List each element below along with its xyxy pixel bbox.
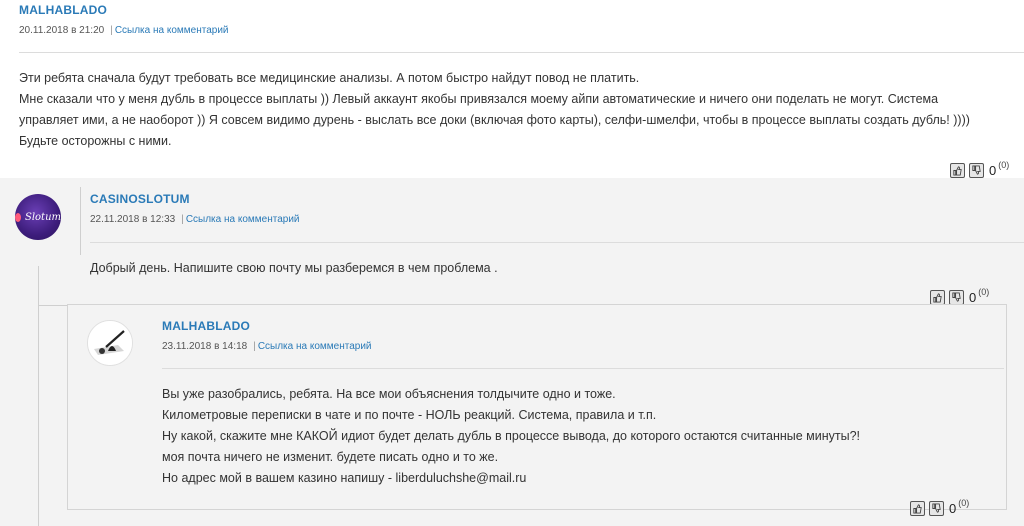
content-border: [80, 187, 81, 255]
comment-line: Ну какой, скажите мне КАКОЙ идиот будет …: [162, 429, 861, 443]
comment-line: управляет ими, а не наоборот )) Я совсем…: [19, 113, 970, 127]
comment-meta: 23.11.2018 в 14:18 | Ссылка на комментарий: [162, 341, 372, 352]
dislike-button[interactable]: [969, 162, 984, 178]
logo-dot-icon: [15, 212, 21, 222]
comment-permalink[interactable]: Ссылка на комментарий: [186, 214, 300, 225]
comment-line: Добрый день. Напишите свою почту мы разб…: [90, 261, 498, 275]
dislike-button[interactable]: [949, 289, 964, 305]
rating-total: (0): [958, 498, 970, 508]
comment-body: Вы уже разобрались, ребята. На все мои о…: [162, 384, 992, 489]
comment-body: Эти ребята сначала будут требовать все м…: [19, 68, 1019, 152]
comment-date: 20.11.2018 в 21:20: [19, 25, 105, 36]
rating-total: (0): [978, 287, 990, 297]
thumb-down-icon: [972, 164, 981, 175]
comment-author[interactable]: MALHABLADO: [19, 3, 107, 17]
thumb-down-icon: [952, 291, 961, 302]
comment-line: Будьте осторожны с ними.: [19, 134, 172, 148]
dislike-button[interactable]: [929, 500, 944, 516]
rating-total: (0): [998, 160, 1010, 170]
avatar[interactable]: [87, 320, 133, 366]
thumb-up-icon: [913, 503, 922, 514]
comment-permalink[interactable]: Ссылка на комментарий: [115, 25, 229, 36]
like-button[interactable]: [910, 500, 925, 516]
comment-body: Добрый день. Напишите свою почту мы разб…: [90, 258, 1010, 279]
comment-meta: 20.11.2018 в 21:20 | Ссылка на комментарий: [19, 25, 229, 36]
avatar[interactable]: Slotum: [15, 194, 61, 240]
comment-line: Километровые переписки в чате и по почте…: [162, 408, 657, 422]
like-button[interactable]: [950, 162, 965, 178]
comment-author[interactable]: MALHABLADO: [162, 319, 250, 333]
comment-author[interactable]: CASINOSLOTUM: [90, 192, 190, 206]
comment-rating: 0 (0): [950, 160, 1010, 178]
comment-rating: 0 (0): [910, 498, 970, 516]
comment-date: 23.11.2018 в 14:18: [162, 341, 248, 352]
thumb-up-icon: [953, 165, 962, 176]
comment-permalink[interactable]: Ссылка на комментарий: [258, 341, 372, 352]
comment-line: моя почта ничего не изменит. будете писа…: [162, 450, 499, 464]
comment-rating: 0 (0): [930, 287, 990, 305]
comment-meta: 22.11.2018 в 12:33 | Ссылка на комментарий: [90, 214, 300, 225]
thumb-up-icon: [933, 292, 942, 303]
thread-connector: [38, 305, 68, 306]
rating-count: 0: [969, 289, 977, 305]
divider: [162, 368, 1004, 369]
comment-line: Но адрес мой в вашем казино напишу - lib…: [162, 471, 527, 485]
user-avatar-image: [88, 321, 132, 365]
like-button[interactable]: [930, 289, 945, 305]
comment-1: MALHABLADO 20.11.2018 в 21:20 | Ссылка на …: [0, 0, 1024, 178]
comment-line: Мне сказали что у меня дубль в процессе …: [19, 92, 939, 106]
comment-date: 22.11.2018 в 12:33: [90, 214, 176, 225]
divider: [90, 242, 1024, 243]
comment-line: Эти ребята сначала будут требовать все м…: [19, 71, 640, 85]
thumb-down-icon: [932, 502, 941, 513]
comment-line: Вы уже разобрались, ребята. На все мои о…: [162, 387, 616, 401]
avatar-logo-text: Slotum: [24, 211, 61, 223]
divider: [19, 52, 1024, 53]
rating-count: 0: [949, 500, 957, 516]
rating-count: 0: [989, 162, 997, 178]
